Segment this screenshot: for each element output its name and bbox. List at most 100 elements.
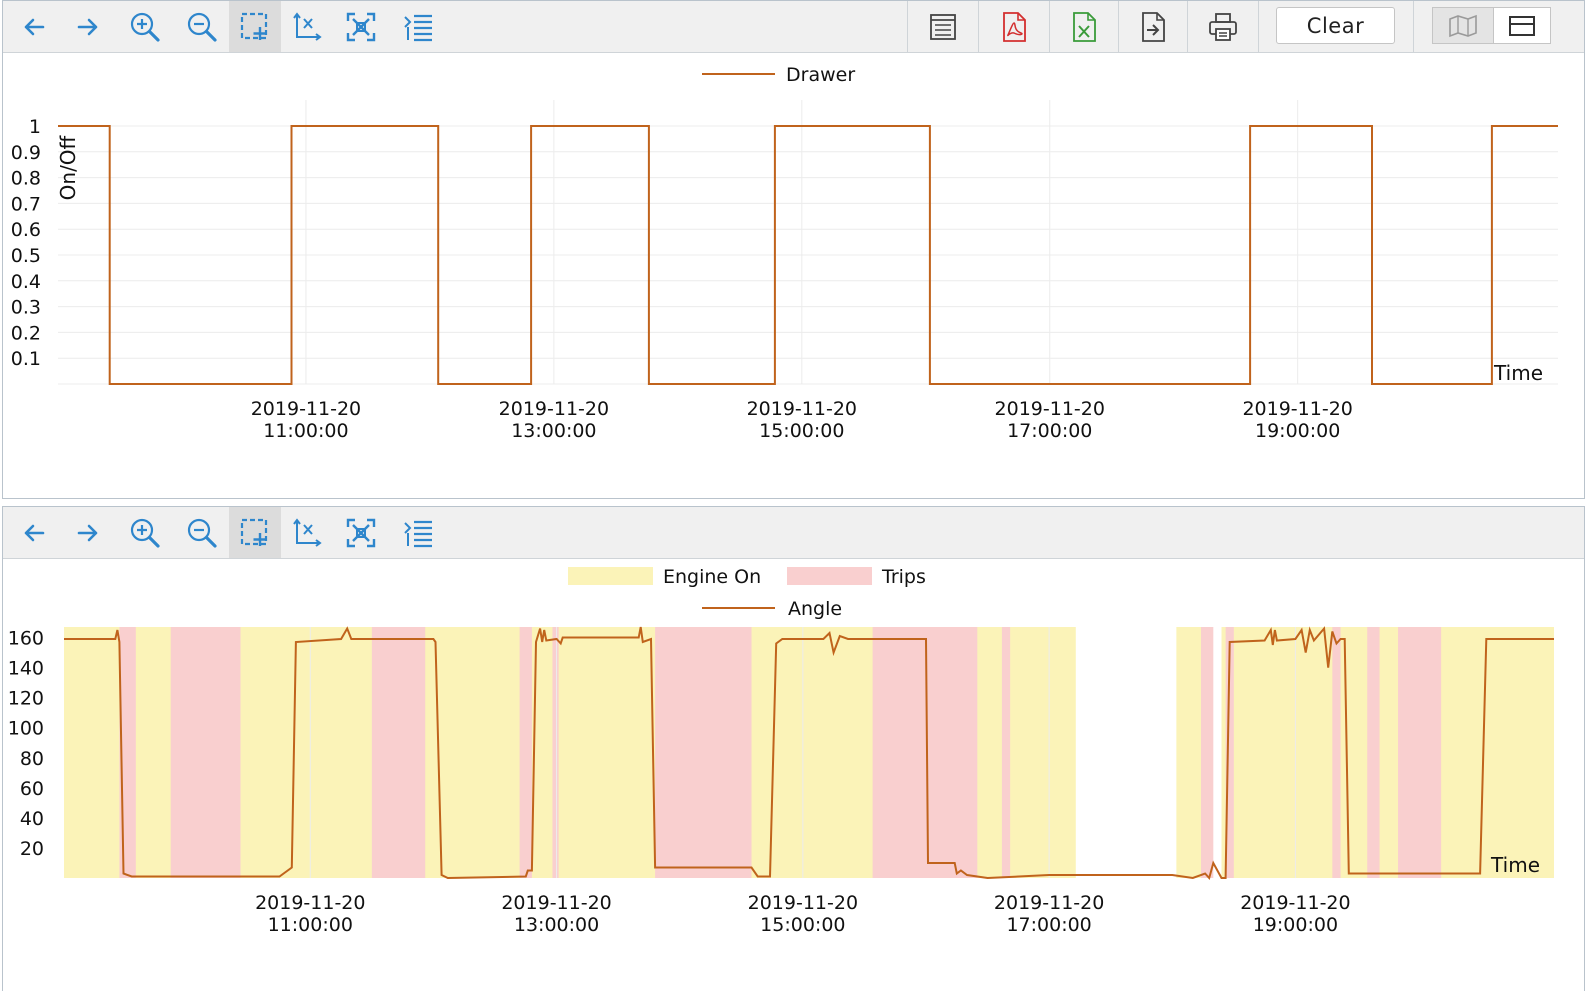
drawer-chart: 0.10.20.30.40.50.60.70.80.91 2019-11-201… [11, 64, 1558, 442]
trip-band [1398, 627, 1442, 878]
list-button[interactable] [393, 507, 445, 558]
x-tick-time: 15:00:00 [759, 420, 844, 442]
chart2-legend: Engine On Trips Angle [568, 566, 926, 620]
trip-band [552, 627, 559, 878]
box-select-icon [240, 12, 268, 40]
angle-chart: 20406080100120140160 2019-11-2011:00:002… [8, 566, 1554, 936]
y-tick-label: 0.8 [11, 168, 41, 190]
trip-band [1001, 627, 1011, 878]
legend-label: Angle [788, 598, 842, 620]
view-data-icon [930, 13, 956, 40]
zoom-in-icon [130, 12, 160, 42]
list-icon [404, 520, 432, 547]
map-icon [1449, 14, 1477, 37]
fit-to-screen-icon [346, 12, 376, 41]
y-tick-label: 0.5 [11, 245, 41, 267]
forward-button[interactable] [62, 1, 114, 52]
x-tick-date: 2019-11-20 [251, 398, 361, 420]
y-tick-label: 0.3 [11, 297, 41, 319]
zoom-out-icon [187, 518, 217, 548]
fit-to-screen-button[interactable] [335, 1, 387, 52]
y-tick-label: 0.2 [11, 322, 41, 344]
box-select-button[interactable] [229, 1, 281, 52]
drawer-chart-panel: Clear 0.1 0.2 0.3 0.4 0.5 0.6 0.7 0.8 0.9 1 2019-… [2, 0, 1585, 499]
legend-swatch [568, 567, 653, 585]
y-tick-label: 140 [8, 658, 44, 680]
trip-band [655, 627, 752, 878]
chart-toolbar [3, 507, 1584, 559]
trip-band [1200, 627, 1214, 878]
zoom-out-button[interactable] [175, 1, 229, 52]
y-tick-label: 0.1 [11, 348, 41, 370]
x-tick-date: 2019-11-20 [1242, 398, 1352, 420]
x-tick-date: 2019-11-20 [748, 892, 858, 914]
x-tick-date: 2019-11-20 [994, 892, 1104, 914]
map-view-button[interactable] [1432, 7, 1494, 44]
trip-band [170, 627, 241, 878]
clear-button-label: Clear [1306, 13, 1365, 38]
fit-to-screen-button[interactable] [335, 507, 387, 558]
list-icon [404, 14, 432, 41]
y-tick-label: 60 [20, 778, 44, 800]
angle-chart-panel: 20 40 60 80 100 120 140 160 2019-11-20 11:00:00 2… [2, 506, 1585, 991]
x-tick-time: 17:00:00 [1006, 914, 1091, 936]
x-tick-date: 2019-11-20 [499, 398, 609, 420]
x-tick-time: 13:00:00 [514, 914, 599, 936]
arrow-right-icon [77, 18, 98, 35]
reset-axes-icon [293, 517, 322, 547]
y-tick-label: 100 [8, 718, 44, 740]
zoom-out-icon [187, 12, 217, 42]
view-data-button[interactable] [908, 1, 978, 52]
chart2-xlabel: Time [1490, 853, 1540, 877]
chart2-xticks: 2019-11-2011:00:002019-11-2013:00:002019… [255, 892, 1351, 936]
chart2-bands [64, 627, 1554, 878]
x-tick-time: 15:00:00 [760, 914, 845, 936]
back-button[interactable] [9, 507, 59, 558]
x-tick-time: 11:00:00 [268, 914, 353, 936]
box-select-button[interactable] [229, 507, 281, 558]
export-excel-button[interactable] [1050, 1, 1118, 52]
y-tick-label: 20 [20, 838, 44, 860]
chart1-legend: Drawer [702, 64, 855, 86]
print-icon [1209, 12, 1237, 41]
zoom-in-icon [130, 518, 160, 548]
clear-button[interactable]: Clear [1276, 7, 1395, 44]
reset-axes-button[interactable] [281, 507, 333, 558]
chart1-grid [58, 100, 1558, 385]
x-tick-time: 13:00:00 [511, 420, 596, 442]
engine-on-band [1221, 627, 1554, 878]
pdf-icon [1003, 11, 1026, 42]
zoom-in-button[interactable] [118, 507, 172, 558]
list-button[interactable] [393, 1, 445, 52]
export-pdf-button[interactable] [979, 1, 1049, 52]
reset-axes-icon [293, 11, 322, 41]
x-tick-date: 2019-11-20 [501, 892, 611, 914]
export-file-icon [1142, 11, 1165, 42]
x-tick-date: 2019-11-20 [747, 398, 857, 420]
arrow-right-icon [77, 524, 98, 541]
fit-to-screen-icon [346, 518, 376, 547]
chart1-yticks: 0.1 0.2 0.3 0.4 0.5 0.6 0.7 0.8 0.9 1 [11, 116, 41, 370]
stacked-layout-button[interactable] [1493, 7, 1551, 44]
print-button[interactable] [1188, 1, 1258, 52]
x-tick-date: 2019-11-20 [1240, 892, 1350, 914]
excel-icon [1073, 11, 1096, 42]
y-tick-label: 160 [8, 628, 44, 650]
y-tick-label: 0.9 [11, 142, 41, 164]
trip-band [872, 627, 978, 878]
trip-band [371, 627, 426, 878]
y-tick-label: 0.4 [11, 271, 41, 293]
chart1-xlabel: Time [1493, 361, 1543, 385]
reset-axes-button[interactable] [281, 1, 333, 52]
trip-band [519, 627, 532, 878]
back-button[interactable] [9, 1, 59, 52]
zoom-out-button[interactable] [175, 507, 229, 558]
y-tick-label: 40 [20, 808, 44, 830]
trip-band [1332, 627, 1341, 878]
legend-swatch [787, 567, 872, 585]
zoom-in-button[interactable] [118, 1, 172, 52]
forward-button[interactable] [62, 507, 114, 558]
x-tick-time: 17:00:00 [1007, 420, 1092, 442]
y-tick-label: 120 [8, 688, 44, 710]
export-file-button[interactable] [1119, 1, 1187, 52]
